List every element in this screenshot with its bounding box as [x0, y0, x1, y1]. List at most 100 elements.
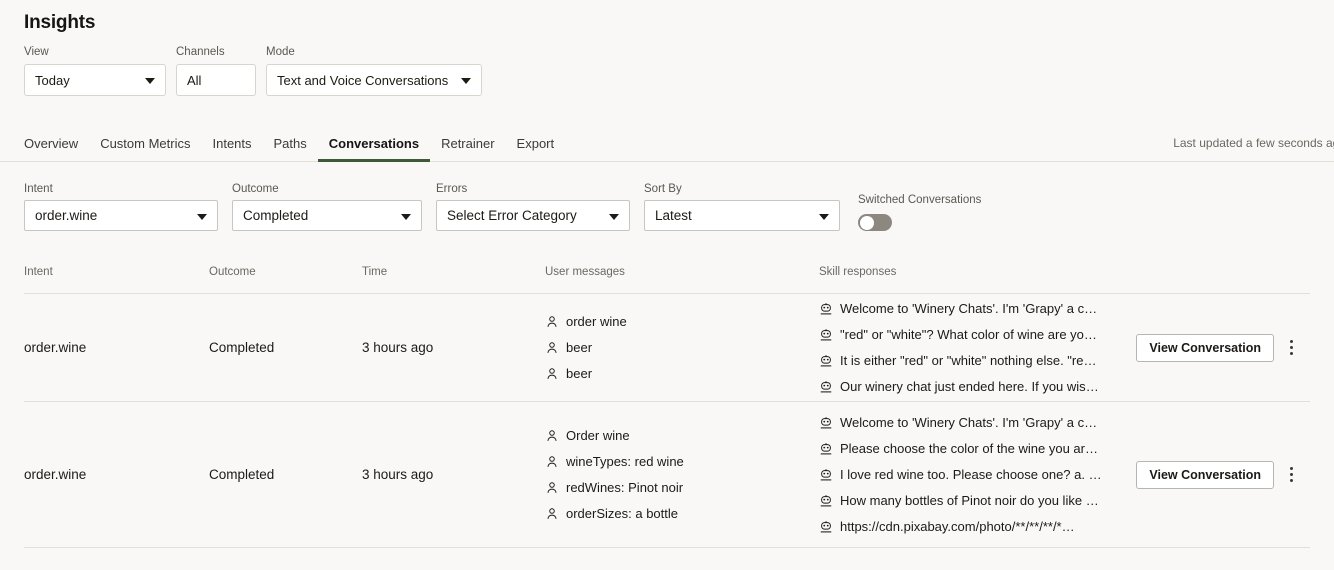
view-select-value: Today	[35, 73, 70, 88]
table-row[interactable]: order.wine Completed 3 hours ago Order w…	[24, 402, 1310, 548]
mode-select[interactable]: Text and Voice Conversations	[266, 64, 482, 96]
tab-retrainer[interactable]: Retrainer	[430, 130, 505, 162]
mode-filter: Mode Text and Voice Conversations	[266, 46, 482, 96]
tab-list: Overview Custom Metrics Intents Paths Co…	[24, 130, 565, 162]
last-updated-text: Last updated a few seconds ago	[1173, 136, 1334, 150]
sort-by-filter: Sort By Latest	[644, 183, 840, 231]
robot-icon	[819, 442, 833, 456]
skill-response: "red" or "white"? What color of wine are…	[819, 327, 1109, 342]
column-header-skill-responses: Skill responses	[819, 266, 896, 278]
user-message-text: redWines: Pinot noir	[566, 480, 683, 495]
switched-conversations-toggle[interactable]	[858, 214, 892, 231]
person-icon	[545, 341, 559, 355]
tab-overview[interactable]: Overview	[24, 130, 89, 162]
cell-time: 3 hours ago	[362, 467, 433, 482]
robot-icon	[819, 328, 833, 342]
tab-intents[interactable]: Intents	[201, 130, 262, 162]
skill-response: How many bottles of Pinot noir do you li…	[819, 493, 1109, 508]
robot-icon	[819, 380, 833, 394]
skill-response: Welcome to 'Winery Chats'. I'm 'Grapy' a…	[819, 415, 1109, 430]
user-message-text: Order wine	[566, 428, 630, 443]
conversation-filter-bar: Intent order.wine Outcome Completed Erro…	[24, 183, 981, 231]
user-message-text: orderSizes: a bottle	[566, 506, 678, 521]
user-message-text: wineTypes: red wine	[566, 454, 684, 469]
intent-select-value: order.wine	[35, 208, 97, 223]
column-header-user-messages: User messages	[545, 266, 625, 278]
skill-response-text: Welcome to 'Winery Chats'. I'm 'Grapy' a…	[840, 415, 1102, 430]
tab-paths[interactable]: Paths	[263, 130, 318, 162]
chevron-down-icon	[197, 214, 207, 220]
cell-outcome: Completed	[209, 467, 274, 482]
user-message-text: beer	[566, 366, 592, 381]
person-icon	[545, 507, 559, 521]
skill-response-text: "red" or "white"? What color of wine are…	[840, 327, 1102, 342]
skill-response: https://cdn.pixabay.com/photo/**/**/**/*…	[819, 519, 1109, 534]
user-message-text: order wine	[566, 314, 627, 329]
sort-by-filter-label: Sort By	[644, 183, 840, 196]
robot-icon	[819, 494, 833, 508]
toggle-knob	[860, 216, 874, 230]
view-select[interactable]: Today	[24, 64, 166, 96]
chevron-down-icon	[609, 214, 619, 220]
switched-conversations-filter: Switched Conversations	[858, 194, 981, 231]
tab-export[interactable]: Export	[506, 130, 566, 162]
intent-select[interactable]: order.wine	[24, 200, 218, 231]
column-header-intent: Intent	[24, 266, 53, 278]
person-icon	[545, 315, 559, 329]
intent-filter-label: Intent	[24, 183, 218, 196]
column-header-outcome: Outcome	[209, 266, 256, 278]
view-conversation-button[interactable]: View Conversation	[1136, 461, 1274, 489]
intent-filter: Intent order.wine	[24, 183, 218, 231]
user-message: wineTypes: red wine	[545, 454, 684, 469]
switched-conversations-label: Switched Conversations	[858, 194, 981, 207]
cell-time: 3 hours ago	[362, 340, 433, 355]
skill-response-text: I love red wine too. Please choose one? …	[840, 467, 1102, 482]
more-options-icon[interactable]	[1282, 463, 1300, 487]
skill-response: I love red wine too. Please choose one? …	[819, 467, 1109, 482]
channels-input-value: All	[187, 73, 201, 88]
skill-response-text: Welcome to 'Winery Chats'. I'm 'Grapy' a…	[840, 301, 1102, 316]
user-message: beer	[545, 340, 627, 355]
user-message: order wine	[545, 314, 627, 329]
chevron-down-icon	[401, 214, 411, 220]
channels-input[interactable]: All	[176, 64, 256, 96]
cell-user-messages: order wine beer beer	[545, 314, 627, 381]
user-message: Order wine	[545, 428, 684, 443]
cell-skill-responses: Welcome to 'Winery Chats'. I'm 'Grapy' a…	[819, 415, 1109, 534]
insights-page: Insights View Today Channels All Mode Te…	[0, 0, 1334, 570]
user-message: beer	[545, 366, 627, 381]
top-filter-bar: View Today Channels All Mode Text and Vo…	[24, 46, 482, 96]
user-message: orderSizes: a bottle	[545, 506, 684, 521]
outcome-filter-label: Outcome	[232, 183, 422, 196]
robot-icon	[819, 468, 833, 482]
outcome-filter: Outcome Completed	[232, 183, 422, 231]
channels-filter: Channels All	[176, 46, 256, 96]
more-options-icon[interactable]	[1282, 336, 1300, 360]
view-conversation-button[interactable]: View Conversation	[1136, 334, 1274, 362]
cell-user-messages: Order wine wineTypes: red wine redWines:…	[545, 428, 684, 521]
mode-select-value: Text and Voice Conversations	[277, 73, 448, 88]
user-message-text: beer	[566, 340, 592, 355]
skill-response-text: Please choose the color of the wine you …	[840, 441, 1102, 456]
skill-response: Our winery chat just ended here. If you …	[819, 379, 1109, 394]
conversations-table: Intent Outcome Time User messages Skill …	[0, 262, 1334, 548]
cell-intent: order.wine	[24, 340, 86, 355]
skill-response-text: How many bottles of Pinot noir do you li…	[840, 493, 1102, 508]
sort-by-select-value: Latest	[655, 208, 692, 223]
robot-icon	[819, 520, 833, 534]
tab-conversations[interactable]: Conversations	[318, 130, 430, 162]
cell-skill-responses: Welcome to 'Winery Chats'. I'm 'Grapy' a…	[819, 301, 1109, 394]
errors-select[interactable]: Select Error Category	[436, 200, 630, 231]
table-row[interactable]: order.wine Completed 3 hours ago order w…	[24, 294, 1310, 402]
row-actions: View Conversation	[1136, 461, 1300, 489]
errors-filter: Errors Select Error Category	[436, 183, 630, 231]
user-message: redWines: Pinot noir	[545, 480, 684, 495]
tab-custom-metrics[interactable]: Custom Metrics	[89, 130, 201, 162]
sort-by-select[interactable]: Latest	[644, 200, 840, 231]
person-icon	[545, 481, 559, 495]
outcome-select[interactable]: Completed	[232, 200, 422, 231]
chevron-down-icon	[461, 78, 471, 84]
column-header-time: Time	[362, 266, 387, 278]
person-icon	[545, 367, 559, 381]
view-filter: View Today	[24, 46, 166, 96]
